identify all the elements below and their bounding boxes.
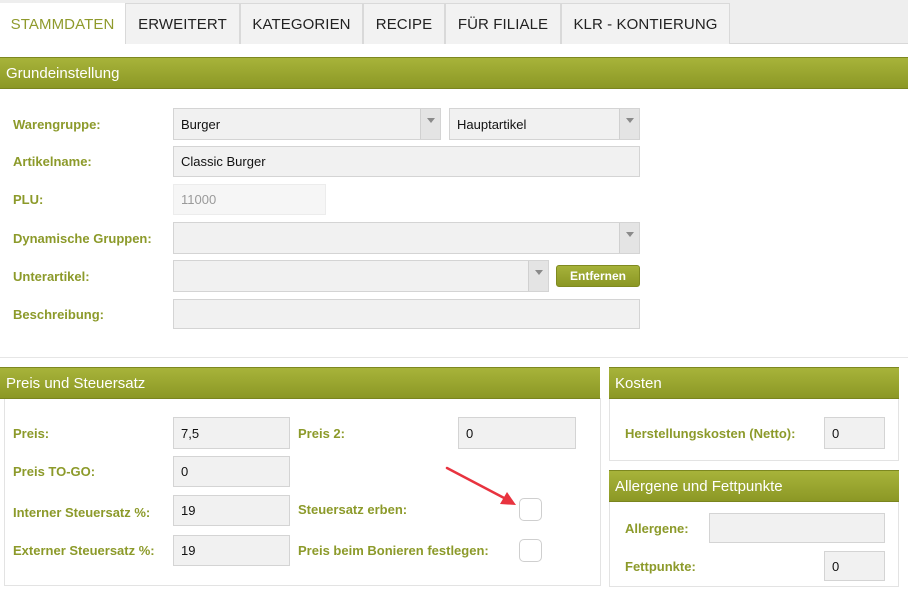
externer-steuersatz-input[interactable]: 19 — [173, 535, 290, 566]
grundeinstellung-header: Grundeinstellung — [0, 57, 908, 89]
chevron-down-icon — [420, 109, 440, 139]
section-divider — [0, 357, 908, 358]
plu-label: PLU: — [13, 192, 44, 207]
allergene-header: Allergene und Fettpunkte — [609, 470, 899, 502]
steuersatz-erben-checkbox[interactable] — [519, 498, 542, 521]
artikelname-value: Classic Burger — [181, 154, 266, 169]
chevron-down-icon — [619, 223, 639, 253]
preis-input[interactable]: 7,5 — [173, 417, 290, 449]
allergene-label: Allergene: — [625, 521, 689, 536]
dynamische-gruppen-label: Dynamische Gruppen: — [13, 231, 152, 246]
preis2-input[interactable]: 0 — [458, 417, 576, 449]
plu-input[interactable]: 11000 — [173, 184, 326, 215]
externer-steuersatz-value: 19 — [181, 543, 196, 558]
preis-bonieren-label: Preis beim Bonieren festlegen: — [298, 543, 489, 558]
unterartikel-label: Unterartikel: — [13, 269, 90, 284]
allergene-input[interactable] — [709, 513, 885, 543]
preis-header: Preis und Steuersatz — [0, 367, 600, 399]
fettpunkte-value: 0 — [832, 558, 840, 574]
warengruppe-value: Burger — [181, 116, 221, 132]
preis-value: 7,5 — [181, 425, 200, 441]
preis-togo-value: 0 — [181, 464, 189, 479]
herstellungskosten-input[interactable]: 0 — [824, 417, 885, 449]
artikelname-input[interactable]: Classic Burger — [173, 146, 640, 177]
beschreibung-label: Beschreibung: — [13, 307, 105, 322]
tab-recipe[interactable]: RECIPE — [363, 3, 445, 44]
warengruppe-label: Warengruppe: — [13, 117, 101, 132]
artikel-typ-value: Hauptartikel — [457, 116, 527, 132]
fettpunkte-input[interactable]: 0 — [824, 551, 885, 581]
preis2-value: 0 — [466, 425, 474, 441]
externer-steuersatz-label: Externer Steuersatz %: — [13, 543, 155, 558]
artikelname-label: Artikelname: — [13, 154, 92, 169]
interner-steuersatz-label: Interner Steuersatz %: — [13, 505, 151, 520]
kosten-header: Kosten — [609, 367, 899, 399]
herstellungskosten-value: 0 — [832, 425, 840, 441]
chevron-down-icon — [528, 261, 548, 291]
beschreibung-input[interactable] — [173, 299, 640, 329]
tab-fuer-filiale[interactable]: FÜR FILIALE — [445, 3, 561, 44]
interner-steuersatz-input[interactable]: 19 — [173, 495, 290, 526]
dynamische-gruppen-select[interactable] — [173, 222, 640, 254]
annotation-arrow-icon — [445, 466, 516, 505]
tab-klr-kontierung[interactable]: KLR - KONTIERUNG — [561, 3, 730, 44]
preis-togo-input[interactable]: 0 — [173, 456, 290, 487]
preis-togo-label: Preis TO-GO: — [13, 464, 96, 479]
chevron-down-icon — [619, 109, 639, 139]
tab-stammdaten[interactable]: STAMMDATEN — [0, 3, 125, 45]
unterartikel-select[interactable] — [173, 260, 549, 292]
plu-placeholder: 11000 — [181, 192, 217, 207]
tab-erweitert[interactable]: ERWEITERT — [125, 3, 240, 44]
preis-label: Preis: — [13, 426, 50, 441]
preis2-label: Preis 2: — [298, 426, 345, 441]
tab-kategorien[interactable]: KATEGORIEN — [240, 3, 363, 44]
preis-bonieren-checkbox[interactable] — [519, 539, 542, 562]
herstellungskosten-label: Herstellungskosten (Netto): — [625, 426, 796, 441]
artikel-typ-select[interactable]: Hauptartikel — [449, 108, 640, 140]
fettpunkte-label: Fettpunkte: — [625, 559, 696, 574]
warengruppe-select[interactable]: Burger — [173, 108, 441, 140]
entfernen-button[interactable]: Entfernen — [556, 265, 640, 287]
steuersatz-erben-label: Steuersatz erben: — [298, 502, 408, 517]
interner-steuersatz-value: 19 — [181, 503, 196, 518]
tab-bar: STAMMDATEN ERWEITERT KATEGORIEN RECIPE F… — [0, 0, 908, 45]
